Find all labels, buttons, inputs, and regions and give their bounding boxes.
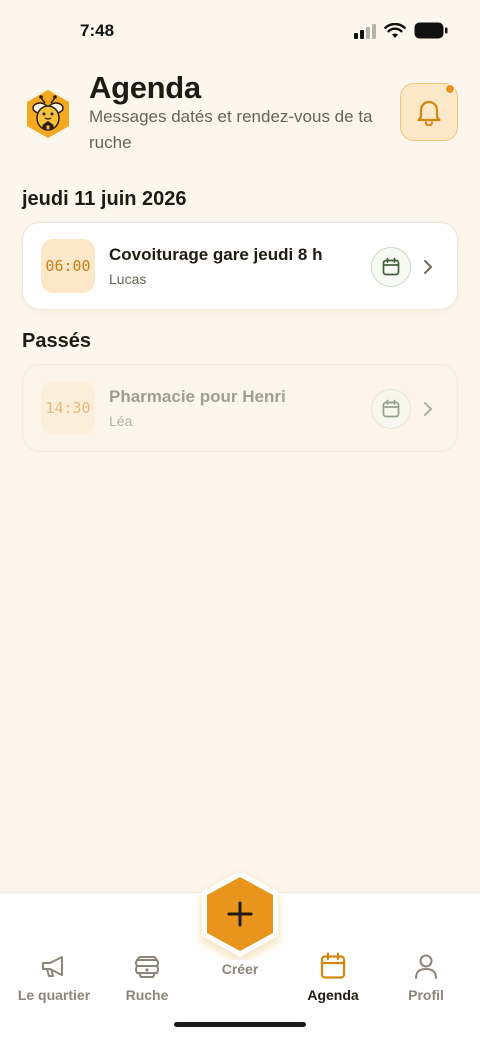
event-author: Lucas <box>109 271 147 287</box>
cellular-signal-icon <box>354 23 376 39</box>
status-icons <box>354 22 448 39</box>
create-button[interactable] <box>196 868 284 960</box>
event-time: 06:00 <box>41 239 95 293</box>
section-heading-past: Passés <box>22 330 91 352</box>
nav-item-le-quartier[interactable]: Le quartier <box>6 951 102 1003</box>
nav-item-ruche[interactable]: Ruche <box>99 951 195 1003</box>
wifi-icon <box>384 22 406 38</box>
notification-dot <box>445 84 455 94</box>
calendar-icon <box>320 952 346 979</box>
home-indicator <box>174 1022 306 1027</box>
nav-item-agenda[interactable]: Agenda <box>285 951 381 1003</box>
nav-label: Le quartier <box>17 987 91 1003</box>
nav-item-profil[interactable]: Profil <box>378 951 474 1003</box>
event-time: 14:30 <box>41 381 95 435</box>
event-title: Pharmacie pour Henri <box>109 387 286 406</box>
calendar-icon <box>382 257 400 276</box>
user-icon <box>415 954 437 979</box>
nav-label: Profil <box>408 987 444 1003</box>
add-to-calendar-button[interactable] <box>371 247 411 287</box>
chevron-right-icon <box>424 402 432 416</box>
event-card[interactable]: 14:30 Pharmacie pour Henri Léa <box>22 364 458 452</box>
battery-icon <box>414 22 448 39</box>
status-time: 7:48 <box>80 21 115 40</box>
status-bar: 7:48 <box>0 0 480 60</box>
notifications-button[interactable] <box>400 83 458 141</box>
nav-label: Agenda <box>307 987 359 1003</box>
chevron-right-icon <box>424 260 432 274</box>
event-author: Léa <box>109 413 133 429</box>
bee-house-logo <box>24 88 72 140</box>
event-card[interactable]: 06:00 Covoiturage gare jeudi 8 h Lucas <box>22 222 458 310</box>
calendar-icon <box>382 399 400 418</box>
plus-icon <box>227 901 253 927</box>
bell-icon <box>417 100 441 126</box>
create-label: Créer <box>221 961 259 977</box>
beehive-icon <box>135 956 159 978</box>
megaphone-icon <box>42 956 63 977</box>
nav-label: Ruche <box>125 987 169 1003</box>
page-subtitle: Messages datés et rendez-vous de ta ruch… <box>89 107 373 152</box>
section-heading-upcoming: jeudi 11 juin 2026 <box>22 188 187 210</box>
add-to-calendar-button[interactable] <box>371 389 411 429</box>
event-title: Covoiturage gare jeudi 8 h <box>109 245 323 264</box>
page-title: Agenda <box>89 70 201 105</box>
